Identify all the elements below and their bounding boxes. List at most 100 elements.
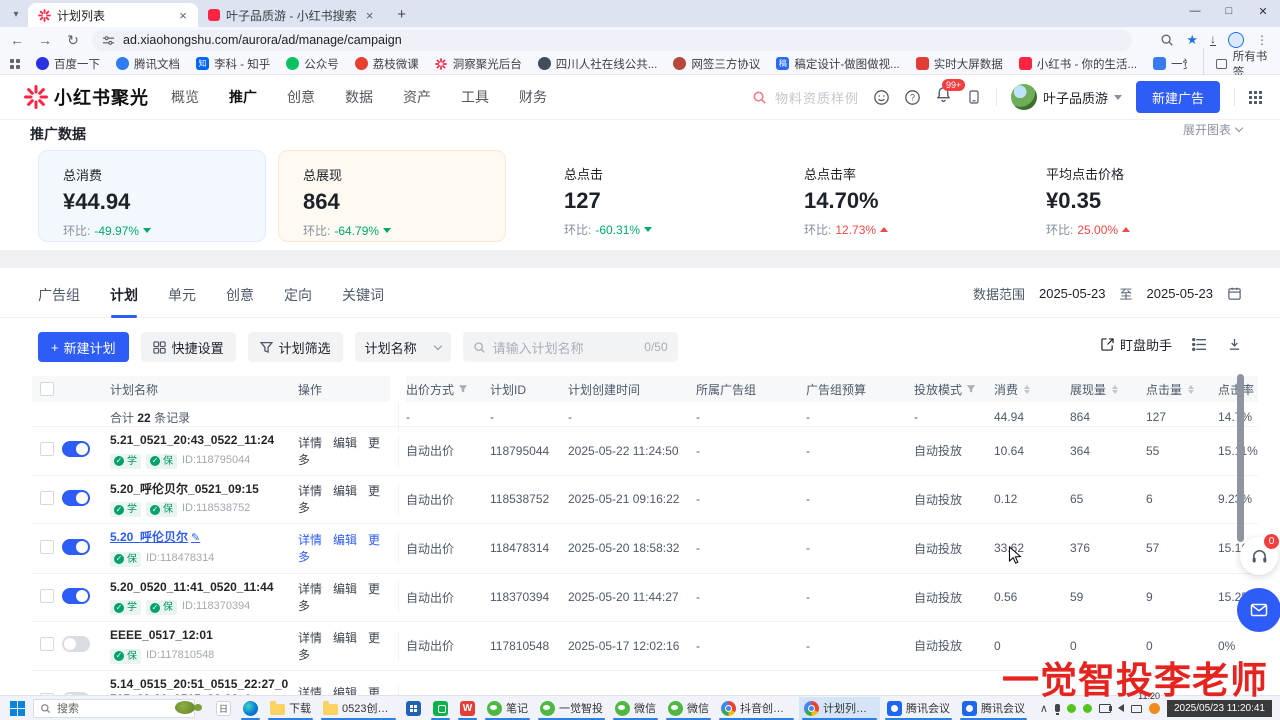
filter-icon[interactable]	[458, 384, 468, 394]
edit-link[interactable]: 编辑	[333, 582, 357, 596]
expand-chart-toggle[interactable]: 展开图表	[1183, 121, 1242, 138]
col-bid-type[interactable]: 出价方式	[406, 381, 490, 398]
detail-link[interactable]: 详情	[298, 533, 322, 547]
help-icon[interactable]: ?	[904, 89, 921, 106]
taskbar-item-app-4[interactable]	[401, 697, 426, 720]
plan-search-input[interactable]: 请输入计划名称 0/50	[463, 332, 678, 362]
new-tab-button[interactable]: +	[391, 3, 413, 25]
entity-tab-5[interactable]: 关键词	[342, 285, 384, 318]
reload-icon[interactable]: ↻	[64, 32, 82, 49]
tab-close-icon[interactable]: ×	[363, 8, 377, 23]
quick-setup-button[interactable]: 快捷设置	[141, 332, 236, 362]
edit-link[interactable]: 编辑	[333, 436, 357, 450]
calendar-icon[interactable]	[1227, 286, 1242, 301]
detail-link[interactable]: 详情	[298, 631, 322, 645]
entity-tab-2[interactable]: 单元	[168, 285, 196, 318]
alert-tray-icon[interactable]	[1149, 703, 1160, 714]
wechat-tray-icon[interactable]	[1067, 704, 1076, 713]
nav-item-3[interactable]: 数据	[345, 87, 373, 107]
tab-search-chevron-icon[interactable]: ▾	[6, 4, 26, 24]
bookmark-item-1[interactable]: 腾讯文档	[116, 56, 180, 72]
feedback-smiley-icon[interactable]	[873, 89, 890, 106]
apps-grid-icon[interactable]	[10, 59, 20, 69]
new-plan-button[interactable]: + 新建计划	[38, 332, 129, 362]
column-settings-icon[interactable]	[1192, 337, 1207, 352]
nav-item-4[interactable]: 资产	[403, 87, 431, 107]
browser-tab-active[interactable]: 计划列表 ×	[28, 3, 198, 27]
taskbar-item-下载[interactable]: 下载	[265, 697, 316, 720]
detail-link[interactable]: 详情	[298, 582, 322, 596]
nav-item-6[interactable]: 财务	[519, 87, 547, 107]
downloads-icon[interactable]: ↓	[1210, 34, 1216, 46]
taskbar-search[interactable]: 搜索	[33, 699, 195, 718]
message-button[interactable]	[1237, 588, 1280, 632]
date-start[interactable]: 2025-05-23	[1039, 286, 1106, 301]
col-delivery-mode[interactable]: 投放模式	[914, 381, 994, 398]
vertical-scrollbar[interactable]	[1237, 374, 1244, 542]
taskbar-item-一觉智投[interactable]: 一觉智投	[535, 697, 608, 720]
plan-toggle[interactable]	[62, 539, 90, 555]
apps-grid-icon[interactable]	[1249, 91, 1262, 104]
bookmark-item-4[interactable]: 荔枝微课	[355, 56, 419, 72]
microphone-icon[interactable]	[1055, 704, 1060, 712]
watch-assistant-link[interactable]: 盯盘助手	[1101, 335, 1172, 354]
plan-name[interactable]: 5.21_0521_20:43_0522_11:24	[110, 433, 274, 447]
entity-tab-0[interactable]: 广告组	[38, 285, 80, 318]
plan-toggle[interactable]	[62, 441, 90, 457]
taskbar-item-app-6[interactable]: W	[455, 697, 480, 720]
sort-icon[interactable]	[1024, 385, 1030, 394]
bookmark-item-8[interactable]: 稿稿定设计-做图做视...	[776, 56, 899, 72]
entity-tab-1[interactable]: 计划	[110, 285, 138, 318]
taskbar-item-腾讯会议[interactable]: 腾讯会议	[882, 697, 955, 720]
plan-toggle[interactable]	[62, 636, 90, 652]
plan-toggle[interactable]	[62, 588, 90, 604]
bookmark-item-5[interactable]: 洞察聚光后台	[435, 56, 522, 72]
taskbar-item-app-0[interactable]: 日	[211, 697, 236, 720]
browser-tab-inactive[interactable]: 叶子品质游 - 小红书搜索 ×	[198, 3, 385, 27]
col-cost[interactable]: 消费	[994, 381, 1070, 398]
bookmark-item-7[interactable]: 网签三方协议	[673, 56, 760, 72]
stat-card-3[interactable]: 总点击率14.70%环比:12.73%	[780, 150, 1008, 242]
filter-icon[interactable]	[966, 384, 976, 394]
detail-link[interactable]: 详情	[298, 686, 322, 695]
taskbar-item-app-1[interactable]	[238, 697, 263, 720]
taskbar-item-app-5[interactable]	[428, 697, 453, 720]
taskbar-item-0523创意...[interactable]: 0523创意...	[318, 697, 399, 720]
nav-item-2[interactable]: 创意	[287, 87, 315, 107]
taskbar-item-笔记[interactable]: 笔记	[482, 697, 533, 720]
header-search[interactable]: 物料资质样例	[752, 88, 859, 107]
forward-icon[interactable]: →	[36, 32, 54, 48]
download-icon[interactable]	[1227, 337, 1242, 352]
plan-name[interactable]: 5.14_0515_20:51_0515_22:27_0515_22:30_05…	[110, 677, 288, 696]
tab-close-icon[interactable]: ×	[176, 8, 190, 23]
nav-item-5[interactable]: 工具	[461, 87, 489, 107]
edit-link[interactable]: 编辑	[333, 484, 357, 498]
app-logo[interactable]: 小红书聚光	[24, 84, 149, 110]
bookmark-item-2[interactable]: 知李科 - 知乎	[196, 56, 270, 72]
sort-icon[interactable]	[1112, 385, 1118, 394]
row-checkbox[interactable]	[40, 540, 54, 554]
taskbar-item-微信[interactable]: 微信	[610, 697, 661, 720]
edit-link[interactable]: 编辑	[333, 686, 357, 695]
plan-name[interactable]: 5.20_0520_11:41_0520_11:44	[110, 580, 274, 594]
browser-menu-icon[interactable]: ⋮	[1256, 33, 1268, 47]
browser-profile-avatar[interactable]	[1228, 32, 1244, 48]
row-checkbox[interactable]	[40, 637, 54, 651]
window-minimize-button[interactable]: —	[1178, 0, 1212, 22]
stat-card-2[interactable]: 总点击127环比:-60.31%	[540, 150, 768, 242]
entity-tab-4[interactable]: 定向	[284, 285, 312, 318]
edit-link[interactable]: 编辑	[333, 631, 357, 645]
nav-item-0[interactable]: 概览	[171, 87, 199, 107]
col-plan-name[interactable]: 计划名称	[110, 381, 298, 398]
wechat-tray-icon[interactable]	[1083, 704, 1092, 713]
bookmark-item-6[interactable]: 四川人社在线公共...	[538, 56, 658, 72]
col-clicks[interactable]: 点击量	[1146, 381, 1218, 398]
date-end[interactable]: 2025-05-23	[1147, 286, 1214, 301]
windows-start-button[interactable]	[10, 701, 25, 716]
window-maximize-button[interactable]: □	[1212, 0, 1246, 22]
bookmark-item-3[interactable]: 公众号	[286, 56, 339, 72]
select-all-checkbox[interactable]	[40, 382, 54, 396]
edit-pencil-icon[interactable]: ✎	[191, 532, 200, 544]
taskbar-item-抖音创作者...[interactable]: 抖音创作者...	[716, 697, 797, 720]
bookmark-item-11[interactable]: 一觉醒来智慧运营v...	[1153, 56, 1187, 72]
